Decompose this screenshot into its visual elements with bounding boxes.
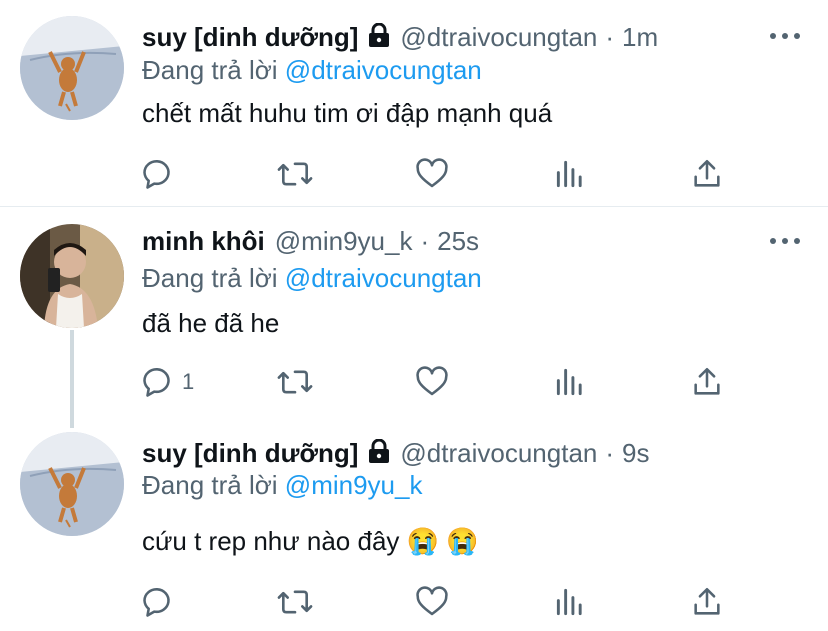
thread-connector-line	[70, 330, 74, 428]
user-handle[interactable]: @dtraivocungtan	[400, 22, 597, 53]
more-icon[interactable]	[770, 31, 800, 41]
tweet-header: suy [dinh dưỡng] @dtraivocungtan · 9s	[142, 436, 650, 470]
reply-icon	[140, 364, 176, 400]
avatar[interactable]	[20, 432, 124, 536]
reply-button[interactable]: 1	[140, 362, 194, 402]
share-button[interactable]	[690, 154, 724, 194]
reply-count: 1	[182, 369, 195, 394]
more-icon[interactable]	[770, 236, 800, 246]
share-button[interactable]	[690, 362, 724, 402]
share-button[interactable]	[690, 582, 724, 622]
replying-to: Đang trả lời @min9yu_k	[142, 470, 422, 501]
lock-icon	[368, 22, 390, 52]
reply-mention[interactable]: @dtraivocungtan	[285, 263, 482, 293]
reply-icon	[140, 156, 176, 192]
timestamp[interactable]: 1m	[622, 22, 658, 53]
timestamp[interactable]: 9s	[622, 438, 649, 469]
separator-dot: ·	[605, 437, 615, 468]
replying-to: Đang trả lời @dtraivocungtan	[142, 263, 482, 294]
action-bar	[0, 154, 828, 194]
share-icon	[690, 584, 724, 620]
action-bar: 1	[0, 362, 828, 402]
views-icon	[554, 156, 586, 192]
reply-prefix: Đang trả lời	[142, 55, 278, 85]
avatar[interactable]	[20, 224, 124, 328]
tweet-1[interactable]: suy [dinh dưỡng] @dtraivocungtan · 1m Đa…	[0, 0, 828, 206]
tweet-3[interactable]: suy [dinh dưỡng] @dtraivocungtan · 9s Đa…	[0, 422, 828, 631]
display-name[interactable]: suy [dinh dưỡng]	[142, 22, 358, 53]
like-button[interactable]	[414, 582, 450, 622]
display-name[interactable]: suy [dinh dưỡng]	[142, 438, 358, 469]
separator-dot: ·	[420, 225, 430, 256]
reply-mention[interactable]: @min9yu_k	[285, 470, 423, 500]
share-icon	[690, 156, 724, 192]
retweet-icon	[276, 584, 314, 620]
user-handle[interactable]: @dtraivocungtan	[400, 438, 597, 469]
tweet-2[interactable]: minh khôi @min9yu_k · 25s Đang trả lời @…	[0, 207, 828, 422]
share-icon	[690, 364, 724, 400]
views-button[interactable]	[554, 154, 586, 194]
like-button[interactable]	[414, 362, 450, 402]
tweet-text: cứu t rep như nào đây 😭 😭	[142, 526, 479, 556]
replying-to: Đang trả lời @dtraivocungtan	[142, 55, 482, 86]
tweet-header: suy [dinh dưỡng] @dtraivocungtan · 1m	[142, 20, 658, 54]
avatar[interactable]	[20, 16, 124, 120]
timestamp[interactable]: 25s	[437, 226, 479, 257]
like-icon	[414, 584, 450, 620]
like-button[interactable]	[414, 154, 450, 194]
retweet-icon	[276, 156, 314, 192]
tweet-header: minh khôi @min9yu_k · 25s	[142, 224, 479, 258]
display-name[interactable]: minh khôi	[142, 226, 265, 257]
views-button[interactable]	[554, 362, 586, 402]
like-icon	[414, 364, 450, 400]
tweet-text: đã he đã he	[142, 308, 280, 338]
reply-prefix: Đang trả lời	[142, 263, 278, 293]
lock-icon	[368, 438, 390, 468]
reply-prefix: Đang trả lời	[142, 470, 278, 500]
user-handle[interactable]: @min9yu_k	[275, 226, 413, 257]
separator-dot: ·	[605, 21, 615, 52]
views-button[interactable]	[554, 582, 586, 622]
views-icon	[554, 584, 586, 620]
views-icon	[554, 364, 586, 400]
retweet-icon	[276, 364, 314, 400]
retweet-button[interactable]	[276, 582, 314, 622]
reply-icon	[140, 584, 176, 620]
reply-mention[interactable]: @dtraivocungtan	[285, 55, 482, 85]
like-icon	[414, 156, 450, 192]
reply-button[interactable]	[140, 582, 182, 622]
action-bar	[0, 582, 828, 622]
tweet-text: chết mất huhu tim ơi đập mạnh quá	[142, 98, 553, 128]
retweet-button[interactable]	[276, 362, 314, 402]
retweet-button[interactable]	[276, 154, 314, 194]
reply-button[interactable]	[140, 154, 182, 194]
